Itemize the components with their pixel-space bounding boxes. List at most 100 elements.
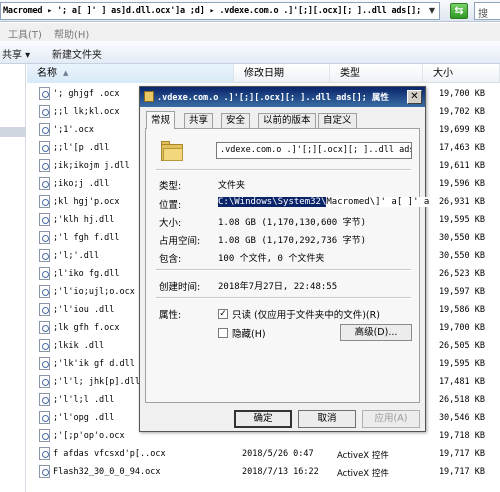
file-icon xyxy=(39,303,50,316)
file-size: 19,611 KB xyxy=(438,161,485,171)
column-header-size[interactable]: 大小 xyxy=(423,64,500,83)
address-path-field[interactable]: Macromed ▸ '; a[ ]' ] as]d.dll.ocx']a ;d… xyxy=(0,2,440,20)
file-icon xyxy=(39,411,50,424)
address-path-text: Macromed ▸ '; a[ ]' ] as]d.dll.ocx']a ;d… xyxy=(3,6,421,16)
column-header-type-label: 类型 xyxy=(340,68,360,79)
file-icon xyxy=(39,159,50,172)
folder-icon xyxy=(144,91,154,102)
tab-sharing[interactable]: 共享 xyxy=(184,113,214,128)
file-icon xyxy=(39,375,50,388)
contains-label: 包含: xyxy=(159,254,182,265)
type-label: 类型: xyxy=(159,181,182,192)
file-size: 19,702 KB xyxy=(438,107,485,117)
location-selected-text: C:\Windows\System32\ xyxy=(218,197,327,207)
size-label: 大小: xyxy=(159,218,182,229)
file-name: ';1'.ocx xyxy=(53,125,94,135)
file-icon xyxy=(39,465,50,478)
file-icon xyxy=(39,231,50,244)
file-size: 30,550 KB xyxy=(438,251,485,261)
new-folder-button[interactable]: 新建文件夹 xyxy=(52,46,102,61)
file-icon xyxy=(39,285,50,298)
file-name: f afdas vfcsxd'p[..ocx xyxy=(53,449,166,459)
location-value[interactable]: C:\Windows\System32\Macromed\]' a[ ]' a xyxy=(218,197,430,207)
column-header-type[interactable]: 类型 xyxy=(330,64,423,83)
chevron-down-icon[interactable]: ▼ xyxy=(424,3,439,19)
tab-customize[interactable]: 自定义 xyxy=(318,113,357,128)
file-icon xyxy=(39,447,50,460)
file-name: ;'lk'ik gf d.dll xyxy=(53,359,135,369)
dialog-titlebar[interactable]: .vdexe.com.o .]'[;][.ocx][; ]..dll ads[]… xyxy=(140,87,425,107)
file-size: 19,595 KB xyxy=(438,359,485,369)
dialog-title: .vdexe.com.o .]'[;][.ocx][; ]..dll ads[]… xyxy=(157,93,389,103)
folder-name-field[interactable]: .vdexe.com.o .]'[;][.ocx][; ]..dll ads[] xyxy=(216,142,412,159)
file-icon xyxy=(39,321,50,334)
column-header-modified[interactable]: 修改日期 xyxy=(234,64,330,83)
readonly-checkbox[interactable]: ✓ xyxy=(218,309,228,319)
file-name: '; ghjgf .ocx xyxy=(53,89,120,99)
hidden-label[interactable]: 隐藏(H) xyxy=(232,326,266,340)
tab-general[interactable]: 常规 xyxy=(146,111,176,129)
file-icon xyxy=(39,177,50,190)
navigation-pane[interactable] xyxy=(0,64,26,492)
tab-security[interactable]: 安全 xyxy=(221,113,251,128)
disk-size-label: 占用空间: xyxy=(159,236,201,247)
file-icon xyxy=(39,105,50,118)
file-name: ;'l;'.dll xyxy=(53,251,100,261)
file-name: ;'l'iou .dll xyxy=(53,305,115,315)
file-type: ActiveX 控件 xyxy=(337,469,389,479)
file-size: 26,931 KB xyxy=(438,197,485,207)
file-size: 26,518 KB xyxy=(438,395,485,405)
file-size: 17,463 KB xyxy=(438,143,485,153)
menu-item-help[interactable]: 帮助(H) xyxy=(54,26,89,41)
file-row[interactable]: Flash32_30_0_0_94.ocx 2018/7/13 16:22 Acti… xyxy=(27,463,500,481)
file-size: 19,595 KB xyxy=(438,215,485,225)
folder-icon xyxy=(161,141,183,161)
nav-selected-item[interactable] xyxy=(0,127,26,137)
contains-value: 100 个文件, 0 个文件夹 xyxy=(218,254,325,264)
apply-button[interactable]: 应用(A) xyxy=(362,410,420,428)
type-value: 文件夹 xyxy=(218,181,246,191)
file-row[interactable]: f afdas vfcsxd'p[..ocx 2018/5/26 0:47 Acti… xyxy=(27,445,500,463)
file-icon xyxy=(39,429,50,442)
file-name: ;'l'l; jhk[p].dll xyxy=(53,377,140,387)
readonly-label[interactable]: 只读 (仅应用于文件夹中的文件)(R) xyxy=(232,307,380,321)
file-icon xyxy=(39,357,50,370)
file-size: 19,700 KB xyxy=(438,89,485,99)
file-icon xyxy=(39,87,50,100)
file-icon xyxy=(39,267,50,280)
file-size: 30,550 KB xyxy=(438,233,485,243)
column-header-name[interactable]: ▲ 名称 xyxy=(27,64,234,83)
file-name: ;lk gfh f.ocx xyxy=(53,323,120,333)
tab-previous-versions[interactable]: 以前的版本 xyxy=(258,113,316,128)
created-value: 2018年7月27日, 22:48:55 xyxy=(218,282,338,292)
file-icon xyxy=(39,123,50,136)
file-icon xyxy=(39,141,50,154)
file-name: ;ik;ikojm j.dll xyxy=(53,161,130,171)
menu-bar: 工具(T) 帮助(H) xyxy=(0,23,500,41)
close-button[interactable]: ✕ xyxy=(407,90,422,104)
menu-item-tools[interactable]: 工具(T) xyxy=(8,26,42,41)
sort-ascending-icon: ▲ xyxy=(63,69,69,77)
file-name: ;'klh hj.dll xyxy=(53,215,115,225)
file-size: 30,546 KB xyxy=(438,413,485,423)
file-name: ;l'iko fg.dll xyxy=(53,269,120,279)
created-label: 创建时间: xyxy=(159,282,201,293)
search-icon: 搜 xyxy=(478,9,488,20)
ok-button[interactable]: 确定 xyxy=(234,410,292,428)
divider xyxy=(156,169,411,171)
search-input[interactable]: 搜 xyxy=(474,2,500,20)
refresh-arrows-icon[interactable]: ⇆ xyxy=(450,3,468,19)
advanced-button[interactable]: 高级(D)... xyxy=(340,324,412,341)
file-name: ;'l'l;l .dll xyxy=(53,395,115,405)
file-size: 19,699 KB xyxy=(438,125,485,135)
attributes-label: 属性: xyxy=(159,310,182,321)
hidden-checkbox[interactable] xyxy=(218,328,228,338)
file-name: ;;l'[p .dll xyxy=(53,143,110,153)
file-size: 19,717 KB xyxy=(438,449,485,459)
size-value: 1.08 GB (1,170,130,600 字节) xyxy=(218,218,367,228)
share-button[interactable]: 共享 ▾ xyxy=(2,46,30,61)
file-icon xyxy=(39,213,50,226)
cancel-button[interactable]: 取消 xyxy=(298,410,356,428)
general-tab-panel: .vdexe.com.o .]'[;][.ocx][; ]..dll ads[]… xyxy=(145,128,430,403)
command-toolbar: 共享 ▾ 新建文件夹 xyxy=(0,41,500,64)
